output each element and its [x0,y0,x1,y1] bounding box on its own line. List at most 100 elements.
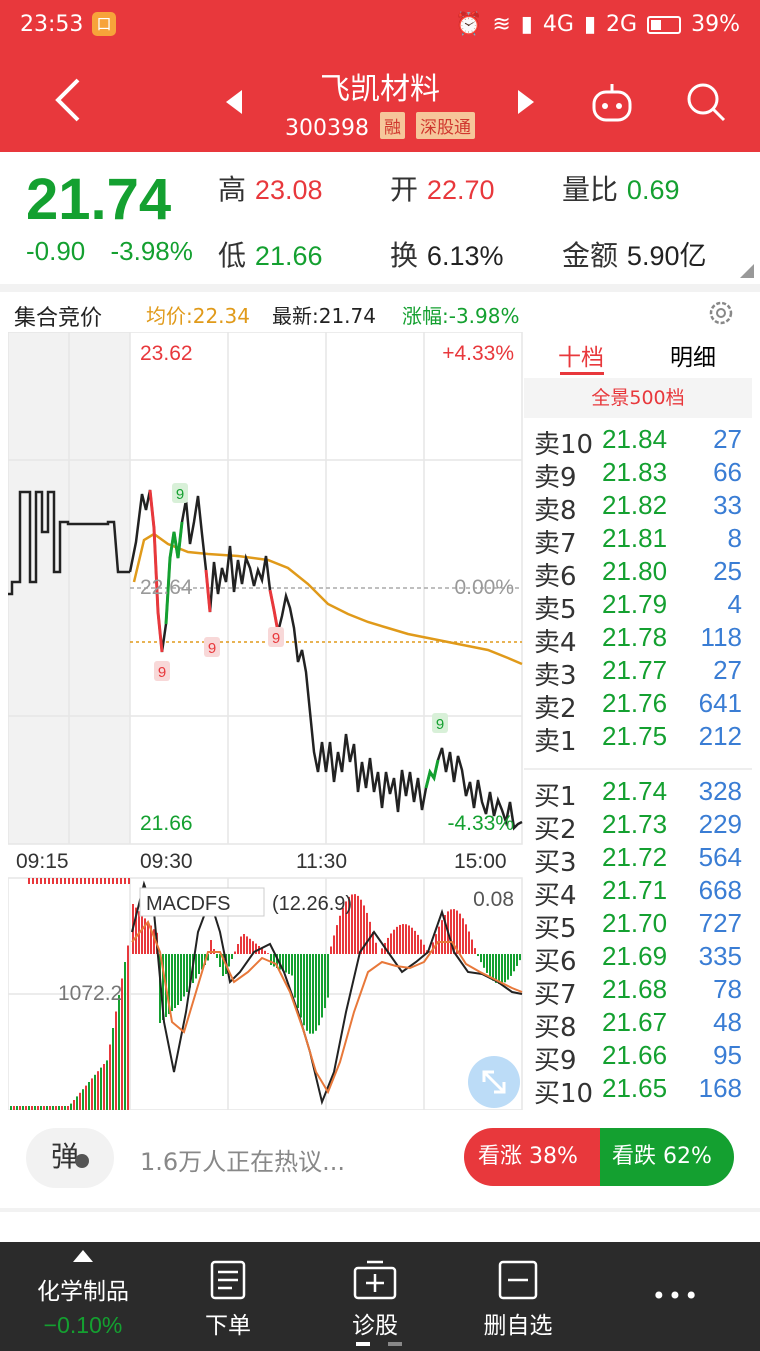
bid-row[interactable]: 买9 21.66 95 [524,1040,760,1076]
ask-price: 21.81 [602,523,668,553]
ask-price: 21.82 [602,490,668,520]
macd-bar [96,878,98,884]
ask-row[interactable]: 卖5 21.79 4 [524,589,760,625]
order-button[interactable]: 下单 [186,1242,270,1351]
ask-row[interactable]: 卖9 21.83 66 [524,457,760,493]
auction-label: 集合竞价 [14,306,103,331]
bid-row[interactable]: 买10 21.65 168 [524,1073,760,1109]
intraday-chart[interactable]: 9 9 9 9 9 23.62 +4.33% 22.64 0.00% 21.66 -4.… [7,331,524,1111]
macd-bar [306,954,308,1031]
bid-price: 21.65 [602,1073,668,1103]
settings-gear-icon[interactable] [706,298,736,328]
macd-bar [375,942,377,954]
hot-discussion[interactable]: 1.6万人正在热议... [140,1142,345,1177]
sector-name: 化学制品 [37,1279,129,1305]
vote-down-button[interactable]: 看跌 62% [600,1128,734,1186]
ask-row[interactable]: 卖8 21.82 33 [524,490,760,526]
macd-bar [393,929,395,954]
tab-details[interactable]: 明细 [670,338,716,372]
bid-level: 买10 [534,1079,594,1109]
high-label: 高 [218,173,247,206]
chart-svg: 9 9 9 9 9 23.62 +4.33% 22.64 0.00% 21.66 -4.… [7,331,523,1111]
bid-price: 21.67 [602,1007,668,1037]
ask-row[interactable]: 卖3 21.77 27 [524,655,760,691]
volume-bar [67,1106,69,1110]
full-500-button[interactable]: 全景500档 [524,378,752,418]
stock-code: 300398 [285,116,369,141]
volume-bar [97,1071,99,1110]
chevron-up-icon [73,1250,93,1262]
bid-volume: 48 [713,1007,742,1037]
macd-bar [116,878,118,884]
low-label: 低 [218,239,247,272]
sector-button[interactable]: 化学制品 −0.10% [20,1242,146,1351]
ask-row[interactable]: 卖2 21.76 641 [524,688,760,724]
macd-bar [195,954,197,979]
bid-row[interactable]: 买8 21.67 48 [524,1007,760,1043]
volume-bar [16,1106,18,1110]
bid-level: 买5 [534,914,577,944]
macd-bar [309,954,311,1034]
open-value: 22.70 [426,175,495,205]
bid-volume: 668 [698,875,742,905]
ask-level: 卖10 [534,430,594,460]
macd-bar [420,939,422,954]
ask-row[interactable]: 卖1 21.75 212 [524,721,760,757]
amount-value: 5.90亿 [626,241,707,271]
robot-icon[interactable] [588,78,636,126]
next-stock-icon[interactable] [518,90,534,114]
high-cell: 高 23.08 [218,168,323,208]
axis-bottom-price: 21.66 [140,812,193,835]
ask-volume: 27 [713,424,742,454]
volume-bar [43,1106,45,1110]
ask-row[interactable]: 卖6 21.80 25 [524,556,760,592]
ask-row[interactable]: 卖4 21.78 118 [524,622,760,658]
macd-top-value: 0.08 [473,888,514,911]
bid-row[interactable]: 买6 21.69 335 [524,941,760,977]
time-label-0930: 09:30 [140,850,193,873]
bid-volume: 564 [698,842,742,872]
bid-row[interactable]: 买4 21.71 668 [524,875,760,911]
ask-row[interactable]: 卖7 21.81 8 [524,523,760,559]
macd-bar [516,954,518,966]
macd-bar [483,954,485,968]
macd-bar [52,878,54,884]
macd-bar [402,924,404,954]
bid-row[interactable]: 买2 21.73 229 [524,809,760,845]
volume-bar [34,1106,36,1110]
diagnose-button[interactable]: 诊股 [330,1242,420,1351]
macd-bar [510,954,512,976]
macd-bar [186,954,188,992]
vote-up-button[interactable]: 看涨 38% [464,1128,600,1186]
macd-bar [104,878,106,884]
tab-ten-levels[interactable]: 十档 [558,338,604,372]
volume-bar [70,1103,72,1110]
bid-volume: 229 [698,809,742,839]
macd-bar [300,954,302,1018]
ask-list: 卖10 21.84 27 卖9 21.83 66 卖8 21.82 33 卖7 21.81 8 卖6 21… [524,424,760,757]
macd-bar [270,954,272,965]
bid-row[interactable]: 买3 21.72 564 [524,842,760,878]
macd-bar [318,954,320,1026]
bid-row[interactable]: 买5 21.70 727 [524,908,760,944]
search-icon[interactable] [682,78,730,126]
more-button[interactable]: ••• [636,1242,716,1351]
volume-bar [46,1106,48,1110]
ask-volume: 8 [727,523,742,553]
latest-price-label: 最新:21.74 [272,304,376,328]
expand-corner-icon[interactable] [740,264,754,278]
volume-bar [22,1106,24,1110]
stock-header: 飞凯材料 300398 融 深股通 [0,52,760,152]
bid-price: 21.70 [602,908,668,938]
bid-row[interactable]: 买1 21.74 328 [524,776,760,812]
macd-bar [64,878,66,884]
macd-bar [462,918,464,954]
macd-bar [288,954,290,974]
ask-row[interactable]: 卖10 21.84 27 [524,424,760,460]
sector-pct: −0.10% [43,1312,123,1338]
bid-row[interactable]: 买7 21.68 78 [524,974,760,1010]
remove-watchlist-button[interactable]: 删自选 [470,1242,566,1351]
order-doc-icon [210,1260,246,1300]
danmu-button[interactable]: 弹 [26,1128,114,1188]
ask-price: 21.80 [602,556,668,586]
